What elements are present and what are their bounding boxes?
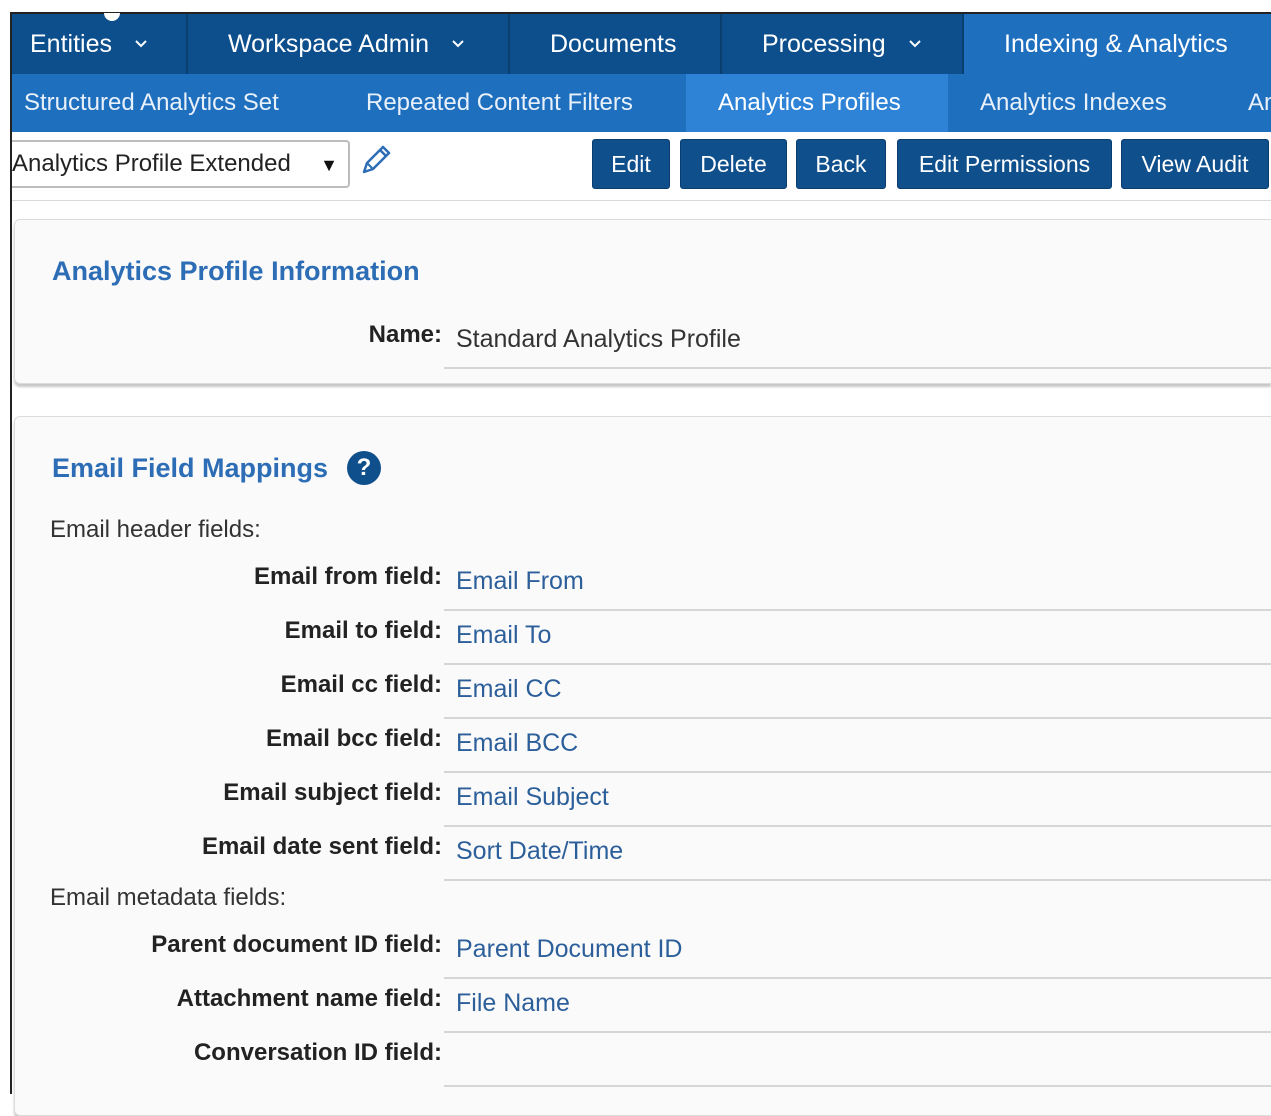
nav-indexing-analytics[interactable]: Indexing & Analytics <box>964 14 1271 74</box>
parent-document-id-value[interactable]: Parent Document ID <box>456 935 683 964</box>
email-to-row: Email to field: Email To <box>15 611 1271 665</box>
subnav-overflow-item-label: An <box>1248 89 1271 116</box>
back-button[interactable]: Back <box>796 139 886 189</box>
email-cc-label: Email cc field: <box>280 671 442 698</box>
email-mappings-panel: Email Field Mappings ? Email header fiel… <box>14 416 1271 1116</box>
email-header-section-label: Email header fields: <box>50 516 261 543</box>
subnav-analytics-profiles-label: Analytics Profiles <box>718 89 901 116</box>
top-navigation: Entities Workspace Admin Documents Proce… <box>12 14 1271 74</box>
nav-processing[interactable]: Processing <box>722 14 964 74</box>
email-from-row: Email from field: Email From <box>15 557 1271 611</box>
name-label: Name: <box>368 321 442 348</box>
subnav-repeated-content-filters-label: Repeated Content Filters <box>366 89 633 116</box>
row-divider <box>444 1085 1271 1087</box>
profile-info-panel: Analytics Profile Information Name: Stan… <box>14 219 1271 384</box>
nav-indexing-analytics-label: Indexing & Analytics <box>1004 29 1228 58</box>
chevron-down-icon <box>908 40 921 48</box>
email-date-sent-label: Email date sent field: <box>201 833 442 860</box>
email-bcc-row: Email bcc field: Email BCC <box>15 719 1271 773</box>
view-audit-button[interactable]: View Audit <box>1121 139 1269 189</box>
attachment-name-row: Attachment name field: File Name <box>15 979 1271 1033</box>
subnav-structured-analytics-set-label: Structured Analytics Set <box>24 89 279 116</box>
conversation-id-row: Conversation ID field: <box>15 1033 1271 1087</box>
email-date-sent-value[interactable]: Sort Date/Time <box>456 837 623 866</box>
email-subject-label: Email subject field: <box>223 779 442 806</box>
attachment-name-label: Attachment name field: <box>176 985 442 1012</box>
email-cc-value[interactable]: Email CC <box>456 675 562 704</box>
nav-documents-label: Documents <box>550 29 677 58</box>
view-select[interactable]: Analytics Profile Extended ▼ <box>12 140 350 188</box>
parent-document-id-row: Parent document ID field: Parent Documen… <box>15 925 1271 979</box>
subnav-repeated-content-filters[interactable]: Repeated Content Filters <box>334 74 686 132</box>
email-date-sent-row: Email date sent field: Sort Date/Time <box>15 827 1271 881</box>
email-cc-row: Email cc field: Email CC <box>15 665 1271 719</box>
chevron-down-icon <box>135 40 147 48</box>
subnav-structured-analytics-set[interactable]: Structured Analytics Set <box>12 74 334 132</box>
view-select-value: Analytics Profile Extended <box>12 150 291 177</box>
profile-info-title: Analytics Profile Information <box>52 256 420 286</box>
edit-permissions-button[interactable]: Edit Permissions <box>897 139 1112 189</box>
nav-workspace-admin[interactable]: Workspace Admin <box>188 14 510 74</box>
email-bcc-label: Email bcc field: <box>265 725 442 752</box>
subnav-overflow-item[interactable]: An <box>1216 74 1271 132</box>
nav-entities[interactable]: Entities <box>12 14 188 74</box>
help-icon[interactable]: ? <box>347 451 381 485</box>
toolbar: Analytics Profile Extended ▼ Edit Delete… <box>12 132 1271 201</box>
parent-document-id-label: Parent document ID field: <box>151 931 442 958</box>
attachment-name-value[interactable]: File Name <box>456 989 570 1018</box>
caret-down-icon: ▼ <box>320 155 338 175</box>
nav-processing-label: Processing <box>762 29 886 58</box>
email-from-value[interactable]: Email From <box>456 567 584 596</box>
email-subject-value[interactable]: Email Subject <box>456 783 609 812</box>
email-mappings-title: Email Field Mappings <box>52 453 329 483</box>
edit-button[interactable]: Edit <box>592 139 670 189</box>
email-metadata-section-label: Email metadata fields: <box>50 884 287 911</box>
nav-entities-label: Entities <box>30 29 112 58</box>
email-to-label: Email to field: <box>284 617 442 644</box>
sub-navigation: Structured Analytics Set Repeated Conten… <box>12 74 1271 132</box>
row-divider <box>444 367 1271 369</box>
delete-button[interactable]: Delete <box>680 139 787 189</box>
subnav-analytics-indexes[interactable]: Analytics Indexes <box>948 74 1216 132</box>
row-divider <box>444 879 1271 881</box>
nav-documents[interactable]: Documents <box>510 14 722 74</box>
email-from-label: Email from field: <box>253 563 442 590</box>
subnav-analytics-profiles[interactable]: Analytics Profiles <box>686 74 948 132</box>
email-to-value[interactable]: Email To <box>456 621 551 650</box>
pencil-icon[interactable] <box>358 142 394 178</box>
conversation-id-label: Conversation ID field: <box>193 1039 442 1066</box>
subnav-analytics-indexes-label: Analytics Indexes <box>980 89 1167 116</box>
name-row: Name: Standard Analytics Profile <box>15 315 1271 369</box>
nav-workspace-admin-label: Workspace Admin <box>228 29 430 58</box>
email-bcc-value[interactable]: Email BCC <box>456 729 578 758</box>
chevron-down-icon <box>452 40 464 48</box>
name-value: Standard Analytics Profile <box>456 325 741 353</box>
email-subject-row: Email subject field: Email Subject <box>15 773 1271 827</box>
